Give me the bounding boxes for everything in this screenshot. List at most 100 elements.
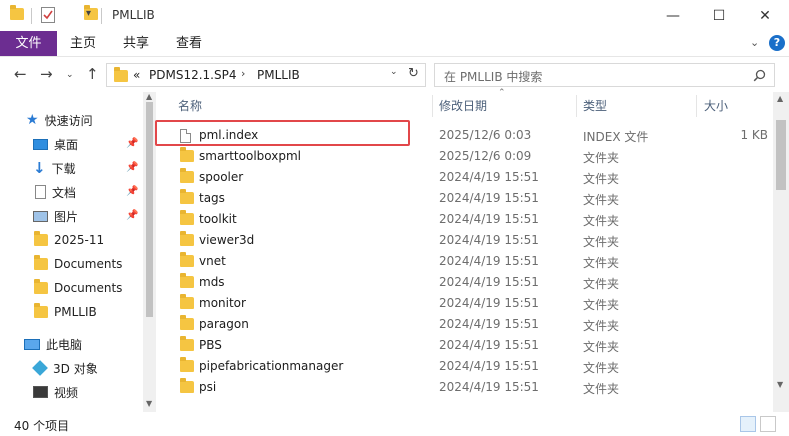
file-name: monitor	[199, 296, 246, 310]
file-name: paragon	[199, 317, 249, 331]
file-date: 2024/4/19 15:51	[439, 233, 539, 247]
scrollbar-thumb[interactable]	[146, 102, 153, 317]
help-icon[interactable]: ?	[769, 35, 785, 51]
properties-icon[interactable]	[41, 7, 55, 23]
scroll-down-icon[interactable]: ▼	[777, 380, 783, 389]
title-bar: ▾ PMLLIB — ☐ ✕	[0, 0, 789, 31]
recent-locations-icon[interactable]: ⌄	[66, 66, 74, 84]
tab-share[interactable]: 共享	[115, 31, 157, 56]
sort-indicator-icon: ⌃	[498, 88, 506, 98]
status-bar: 40 个项目	[0, 412, 789, 436]
column-header-size[interactable]: 大小	[704, 92, 728, 120]
sidebar-item-documents[interactable]: 文档 📌	[0, 180, 144, 204]
sidebar-item-label: 3D 对象	[53, 361, 98, 376]
folder-icon	[180, 273, 194, 288]
column-divider[interactable]	[432, 95, 433, 117]
pictures-icon	[33, 210, 48, 222]
breadcrumb-overflow[interactable]: «	[133, 68, 140, 82]
file-list-scrollbar[interactable]: ▲ ▼	[773, 92, 789, 412]
sidebar-item-pictures[interactable]: 图片 📌	[0, 204, 144, 228]
details-view-icon[interactable]	[740, 416, 756, 432]
folder-icon	[180, 252, 194, 267]
folder-row[interactable]: monitor 2024/4/19 15:51 文件夹	[156, 293, 773, 314]
pin-icon[interactable]: 📌	[126, 138, 138, 149]
desktop-icon	[33, 138, 48, 150]
column-divider[interactable]	[576, 95, 577, 117]
sidebar-item-label: 快速访问	[44, 113, 93, 128]
large-icons-view-icon[interactable]	[760, 416, 776, 432]
file-date: 2024/4/19 15:51	[439, 254, 539, 268]
folder-row[interactable]: mds 2024/4/19 15:51 文件夹	[156, 272, 773, 293]
computer-icon	[24, 338, 40, 350]
file-name: vnet	[199, 254, 226, 268]
scroll-down-icon[interactable]: ▼	[146, 399, 152, 408]
sidebar-item-documents-folder[interactable]: Documents	[0, 252, 144, 276]
item-count: 40 个项目	[14, 419, 70, 433]
column-header-type[interactable]: 类型	[583, 92, 607, 120]
tab-view[interactable]: 查看	[168, 31, 210, 56]
refresh-icon[interactable]: ↻	[408, 66, 419, 81]
sidebar-item-desktop[interactable]: 桌面 📌	[0, 132, 144, 156]
folder-row[interactable]: tags 2024/4/19 15:51 文件夹	[156, 188, 773, 209]
search-icon[interactable]	[753, 69, 766, 82]
file-date: 2025/12/6 0:09	[439, 149, 532, 163]
folder-row[interactable]: viewer3d 2024/4/19 15:51 文件夹	[156, 230, 773, 251]
scrollbar-thumb[interactable]	[776, 120, 786, 190]
file-type: 文件夹	[583, 172, 620, 186]
customize-toolbar-icon[interactable]: ▾	[86, 8, 91, 19]
column-header-name[interactable]: 名称	[178, 92, 202, 120]
3d-objects-icon	[32, 360, 48, 376]
video-icon	[33, 386, 48, 398]
download-icon: ↓	[33, 159, 46, 177]
column-divider[interactable]	[696, 95, 697, 117]
scroll-up-icon[interactable]: ▲	[146, 92, 152, 101]
file-type: 文件夹	[583, 319, 620, 333]
sidebar-item-videos[interactable]: 视频	[0, 380, 144, 404]
pin-icon[interactable]: 📌	[126, 162, 138, 173]
column-header-date[interactable]: 修改日期	[439, 92, 487, 120]
expand-ribbon-icon[interactable]: ⌄	[750, 36, 759, 49]
breadcrumb-item[interactable]: PDMS12.1.SP4	[149, 68, 236, 82]
minimize-button[interactable]: —	[650, 0, 696, 31]
folder-row[interactable]: paragon 2024/4/19 15:51 文件夹	[156, 314, 773, 335]
close-button[interactable]: ✕	[742, 0, 788, 31]
sidebar-item-2025-11[interactable]: 2025-11	[0, 228, 144, 252]
sidebar-item-downloads[interactable]: ↓ 下载 📌	[0, 156, 144, 180]
search-input[interactable]: 在 PMLLIB 中搜索	[434, 63, 775, 87]
folder-row[interactable]: spooler 2024/4/19 15:51 文件夹	[156, 167, 773, 188]
sidebar-item-quick-access[interactable]: ★ 快速访问	[0, 108, 144, 132]
file-date: 2024/4/19 15:51	[439, 170, 539, 184]
folder-row[interactable]: pipefabricationmanager 2024/4/19 15:51 文…	[156, 356, 773, 377]
maximize-button[interactable]: ☐	[696, 0, 742, 31]
folder-row[interactable]: PBS 2024/4/19 15:51 文件夹	[156, 335, 773, 356]
folder-row[interactable]: smarttoolboxpml 2025/12/6 0:09 文件夹	[156, 146, 773, 167]
file-type: 文件夹	[583, 256, 620, 270]
sidebar-item-this-pc[interactable]: 此电脑	[0, 332, 144, 356]
tab-file[interactable]: 文件	[0, 31, 57, 56]
folder-row[interactable]: psi 2024/4/19 15:51 文件夹	[156, 377, 773, 398]
chevron-right-icon[interactable]: ›	[241, 67, 245, 80]
folder-row[interactable]: vnet 2024/4/19 15:51 文件夹	[156, 251, 773, 272]
folder-row[interactable]: toolkit 2024/4/19 15:51 文件夹	[156, 209, 773, 230]
file-type: 文件夹	[583, 235, 620, 249]
folder-icon	[180, 210, 194, 225]
sidebar-item-documents-folder[interactable]: Documents	[0, 276, 144, 300]
folder-icon	[180, 336, 194, 351]
folder-icon[interactable]	[10, 5, 24, 20]
file-date: 2024/4/19 15:51	[439, 275, 539, 289]
back-icon[interactable]: ←	[14, 65, 27, 83]
sidebar-item-pmllib[interactable]: PMLLIB	[0, 300, 144, 324]
address-dropdown-icon[interactable]: ⌄	[390, 67, 398, 77]
pin-icon[interactable]: 📌	[126, 186, 138, 197]
sidebar-item-3d-objects[interactable]: 3D 对象	[0, 356, 144, 380]
pin-icon[interactable]: 📌	[126, 210, 138, 221]
breadcrumb-item[interactable]: PMLLIB	[257, 68, 300, 82]
forward-icon[interactable]: →	[40, 65, 53, 83]
up-icon[interactable]: ↑	[86, 65, 99, 83]
tab-home[interactable]: 主页	[62, 31, 104, 56]
window-title: PMLLIB	[112, 8, 155, 22]
address-bar[interactable]: « PDMS12.1.SP4 › PMLLIB ⌄ ↻	[106, 63, 426, 87]
file-list: pml.index 2025/12/6 0:03 INDEX 文件 1 KB s…	[156, 123, 773, 403]
scroll-up-icon[interactable]: ▲	[777, 94, 783, 103]
file-date: 2024/4/19 15:51	[439, 380, 539, 394]
